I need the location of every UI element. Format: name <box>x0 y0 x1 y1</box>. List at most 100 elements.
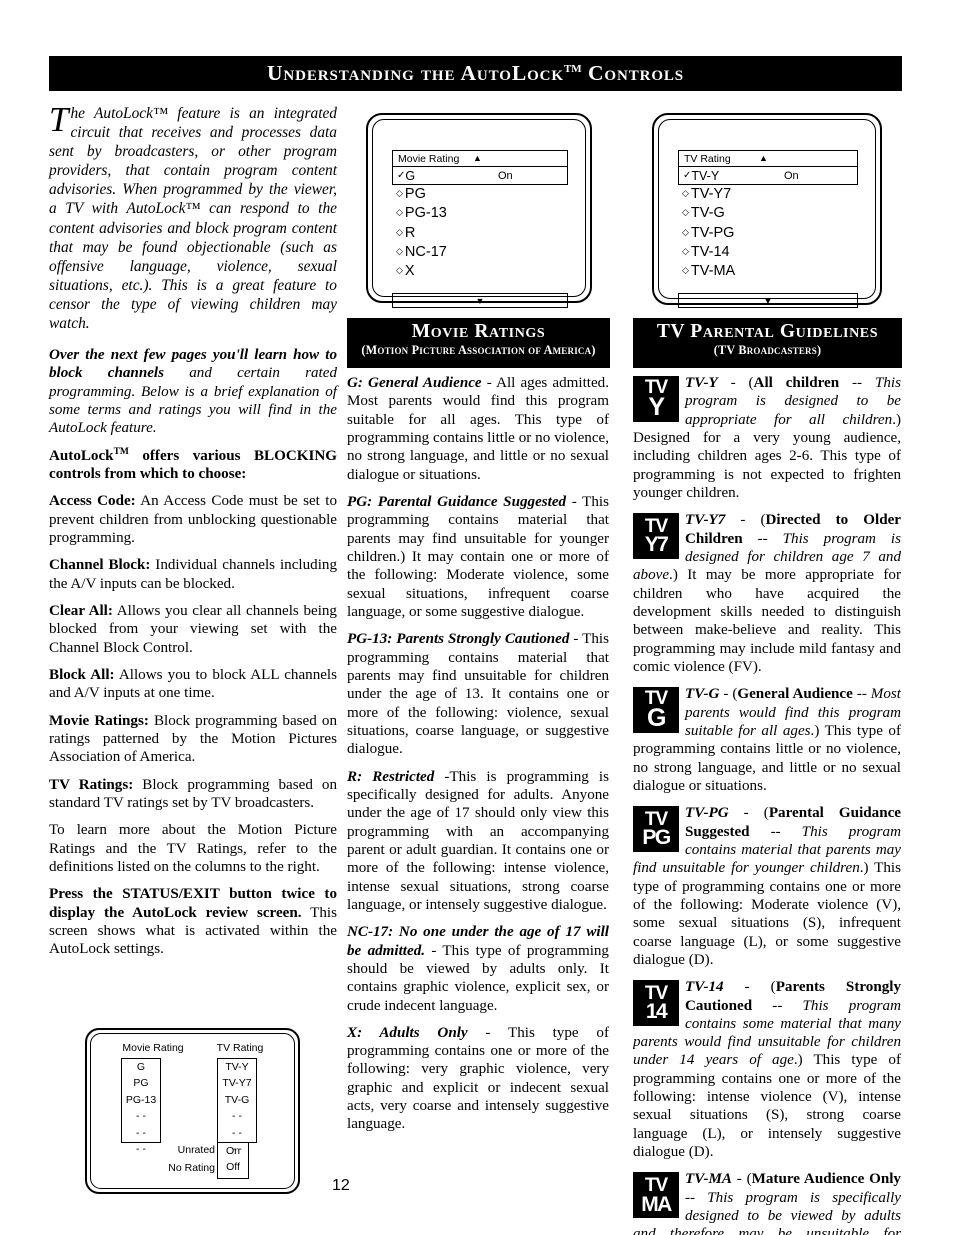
icon-line-top: TV <box>644 1175 668 1197</box>
review-movie-value: PG-13 <box>125 1093 157 1106</box>
scroll-down-caret-icon[interactable]: ▼ <box>764 296 773 306</box>
movie-rating-nc17: NC-17: No one under the age of 17 will b… <box>347 924 609 1014</box>
diamond-bullet-icon: ◇ <box>396 226 403 237</box>
review-unrated-label: Unrated <box>177 1144 215 1156</box>
review-movie-value: - - <box>136 1110 146 1123</box>
movie-rating-pg: PG: Parental Guidance Suggested - This p… <box>347 493 609 620</box>
icon-line-bottom: G <box>646 704 666 733</box>
review-movie-rating-heading: Movie Rating <box>122 1042 184 1054</box>
review-tv-value: - - <box>232 1110 242 1123</box>
menu-item-r[interactable]: ◇ R <box>392 224 568 243</box>
movie-rating-menu-screen: Movie Rating ▲ ✓ G On ◇ PG ◇ PG-13 ◇ R ◇ NC-… <box>366 113 592 308</box>
tv-ma-rating-icon: TV MA <box>633 1172 679 1219</box>
tv-rating-menu[interactable]: TV Rating ▲ ✓ TV-Y On ◇ TV-Y7 ◇ TV-G ◇ TV-P… <box>678 150 858 308</box>
diamond-bullet-icon: ◇ <box>682 265 689 276</box>
tv-pg-rating-icon: TV PG <box>633 806 679 853</box>
tv-rating-entry-tv-g: TV G TV-G - (General Audience -- Most pa… <box>633 685 901 795</box>
diamond-bullet-icon: ◇ <box>682 245 689 256</box>
menu-selected-label: TV-Y <box>691 168 720 183</box>
review-tv-rating-heading: TV Rating <box>216 1042 264 1054</box>
checkmark-icon: ✓ <box>683 170 692 181</box>
intro-paragraph: The AutoLock™ feature is an integrated c… <box>49 100 337 333</box>
menu-scroll-down-row[interactable]: ▼ <box>678 293 858 308</box>
tv-y7-rating-icon: TV Y7 <box>633 513 679 560</box>
diamond-bullet-icon: ◇ <box>396 245 403 256</box>
page-header-bar: Understanding the AutoLockTM Controls <box>49 56 902 91</box>
menu-item-label: R <box>404 224 416 241</box>
control-item-block-all: Block All: Allows you to block ALL chann… <box>49 667 338 702</box>
tv-guidelines-title: TV Parental Guidelines <box>656 321 879 342</box>
menu-item-tv-g[interactable]: ◇ TV-G <box>678 204 858 223</box>
menu-item-tv-ma[interactable]: ◇ TV-MA <box>678 262 858 281</box>
diamond-bullet-icon: ◇ <box>682 188 689 198</box>
movie-ratings-subtitle: (Motion Picture Association of America) <box>361 343 596 358</box>
movie-rating-menu[interactable]: Movie Rating ▲ ✓ G On ◇ PG ◇ PG-13 ◇ R ◇ NC-… <box>392 150 568 308</box>
menu-item-label: PG-13 <box>404 205 447 222</box>
review-unrated-states: On Off <box>217 1142 249 1179</box>
diamond-bullet-icon: ◇ <box>396 188 403 198</box>
review-movie-value: PG <box>133 1077 149 1090</box>
menu-item-pg[interactable]: ◇ PG <box>392 185 568 204</box>
menu-title-label: Movie Rating <box>398 152 460 165</box>
menu-item-label: TV-MA <box>690 263 736 280</box>
menu-title-row: Movie Rating ▲ <box>392 150 568 167</box>
diamond-bullet-icon: ◇ <box>396 265 403 276</box>
icon-line-bottom: Y7 <box>644 533 669 557</box>
menu-item-label: TV-Y7 <box>690 186 732 202</box>
menu-title-label: TV Rating <box>684 152 731 165</box>
learn-more-paragraph: To learn more about the Motion Picture R… <box>49 822 337 876</box>
menu-item-tv-14[interactable]: ◇ TV-14 <box>678 243 858 262</box>
menu-selected-state: On <box>784 169 799 182</box>
control-item-clear-all: Clear All: Allows you clear all channels… <box>49 603 337 656</box>
movie-ratings-title: Movie Ratings <box>411 321 546 342</box>
control-item-channel-block: Channel Block: Individual channels inclu… <box>49 557 337 592</box>
menu-item-label: TV-PG <box>690 224 735 241</box>
tv-guidelines-section-bar: TV Parental Guidelines (TV Broadcasters) <box>633 318 902 368</box>
menu-scroll-down-row[interactable]: ▼ <box>392 293 568 308</box>
icon-line-bottom: 14 <box>645 1000 668 1024</box>
menu-item-nc17[interactable]: ◇ NC-17 <box>392 243 568 262</box>
tv-14-rating-icon: TV 14 <box>633 980 679 1027</box>
menu-selected-row[interactable]: ✓ G On <box>392 167 568 185</box>
menu-selected-row[interactable]: ✓ TV-Y On <box>678 167 858 185</box>
movie-ratings-column: G: General Audience - All ages admitted.… <box>347 374 609 1143</box>
review-norating-value: Off <box>226 1161 240 1174</box>
page-number: 12 <box>332 1177 350 1194</box>
movie-rating-pg13: PG-13: Parents Strongly Cautioned - This… <box>347 631 609 758</box>
menu-item-label: NC-17 <box>404 243 447 260</box>
icon-line-bottom: PG <box>642 826 671 850</box>
review-movie-value: - - <box>136 1126 146 1139</box>
menu-item-label: TV-14 <box>690 243 730 260</box>
review-tv-value: TV-Y7 <box>222 1077 252 1090</box>
scroll-up-caret-icon[interactable]: ▲ <box>759 153 768 163</box>
diamond-bullet-icon: ◇ <box>682 226 689 237</box>
review-unrated-value: On <box>225 1145 240 1157</box>
control-item-movie-ratings: Movie Ratings: Block programming based o… <box>49 712 337 766</box>
menu-item-x[interactable]: ◇ X <box>392 262 568 281</box>
review-norating-label: No Rating <box>168 1162 215 1174</box>
tv-guidelines-subtitle: (TV Broadcasters) <box>713 343 822 358</box>
menu-item-pg13[interactable]: ◇ PG-13 <box>392 204 568 223</box>
icon-line-bottom: MA <box>641 1192 672 1216</box>
tv-rating-entry-tv-ma: TV MA TV-MA - (Mature Audience Only -- T… <box>633 1170 901 1235</box>
movie-rating-x: X: Adults Only - This type of programmin… <box>347 1024 609 1133</box>
scroll-up-caret-icon[interactable]: ▲ <box>473 153 482 163</box>
menu-item-list: ◇ PG ◇ PG-13 ◇ R ◇ NC-17 ◇ X <box>392 185 568 281</box>
menu-item-tv-y7[interactable]: ◇ TV-Y7 <box>678 185 858 204</box>
scroll-down-caret-icon[interactable]: ▼ <box>476 296 485 306</box>
control-item-access-code: Access Code: An Access Code must be set … <box>49 493 337 547</box>
diamond-bullet-icon: ◇ <box>396 207 403 218</box>
review-tv-value: TV-G <box>224 1093 250 1106</box>
movie-ratings-section-bar: Movie Ratings (Motion Picture Associatio… <box>347 318 610 368</box>
tv-rating-entry-tv-y7: TV Y7 TV-Y7 - (Directed to Older Childre… <box>633 511 901 676</box>
menu-selected-label: G <box>405 168 416 183</box>
manual-page: Understanding the AutoLockTM Controls Th… <box>0 0 954 1235</box>
movie-rating-g: G: General Audience - All ages admitted.… <box>347 375 610 483</box>
menu-selected-state: On <box>498 169 513 182</box>
tv-guidelines-column: TV Y TV-Y - (All children -- This progra… <box>633 374 901 1235</box>
review-tv-value: - - <box>232 1126 242 1139</box>
menu-item-tv-pg[interactable]: ◇ TV-PG <box>678 224 858 243</box>
tv-y-rating-icon: TV Y <box>633 376 679 422</box>
checkmark-icon: ✓ <box>397 170 406 181</box>
icon-line-bottom: Y <box>648 393 665 422</box>
